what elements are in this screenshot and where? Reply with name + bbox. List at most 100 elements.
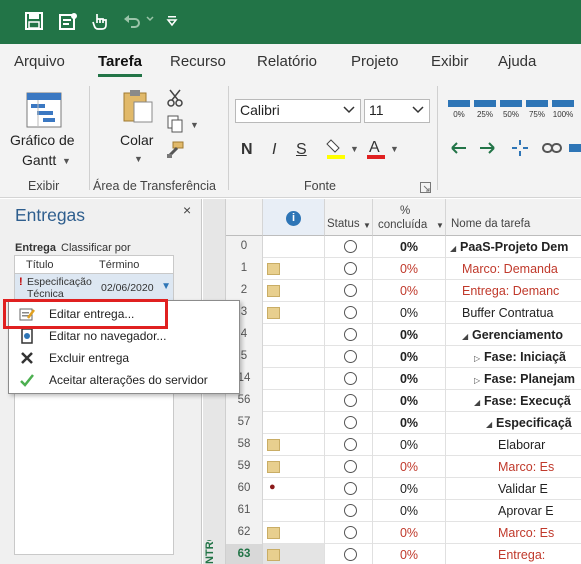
indicators-header[interactable]: i <box>263 199 325 236</box>
note-icon[interactable] <box>267 549 280 561</box>
table-row[interactable]: 62 0% Marco: Es <box>226 522 581 544</box>
table-row[interactable]: 61 0% Aprovar E <box>226 500 581 522</box>
format-painter-icon[interactable] <box>165 140 185 160</box>
touch-mode-icon[interactable] <box>90 11 112 33</box>
close-icon[interactable]: × <box>183 202 191 218</box>
outdent-icon[interactable] <box>450 138 470 158</box>
table-row[interactable]: 56 0% ◢ Fase: Execuçã <box>226 390 581 412</box>
row-id[interactable]: 59 <box>226 456 263 478</box>
customize-qat-icon[interactable] <box>164 11 186 33</box>
chevron-down-icon[interactable] <box>342 102 356 119</box>
task-name-cell[interactable]: ▷ Fase: Planejam <box>446 368 581 390</box>
tab-projeto[interactable]: Projeto <box>351 53 399 70</box>
bold-button[interactable]: N <box>241 141 253 159</box>
row-id[interactable]: 60 <box>226 478 263 500</box>
task-name-cell[interactable]: ◢ Fase: Execuçã <box>446 390 581 412</box>
task-name-cell[interactable]: ◢ Gerenciamento <box>446 324 581 346</box>
save-icon[interactable] <box>24 11 46 33</box>
font-size-combo[interactable]: 11 <box>364 99 430 123</box>
gantt-chart-icon[interactable] <box>26 92 62 128</box>
font-color-dropdown-icon[interactable]: ▼ <box>390 144 399 154</box>
percent-complete-cell[interactable]: 0% <box>373 390 446 412</box>
tab-recurso[interactable]: Recurso <box>170 53 226 70</box>
note-icon[interactable] <box>267 285 280 297</box>
chevron-down-icon[interactable]: ▼ <box>436 221 444 230</box>
note-icon[interactable] <box>267 527 280 539</box>
paste-button-label[interactable]: Colar <box>120 132 153 148</box>
percent-complete-button[interactable]: 0% <box>448 98 470 122</box>
italic-button[interactable]: I <box>272 141 276 159</box>
task-name-cell[interactable]: Entrega: Demanc <box>446 280 581 302</box>
task-name-cell[interactable]: Buffer Contratua <box>446 302 581 324</box>
chevron-down-icon[interactable]: ▼ <box>363 221 371 230</box>
collapse-triangle-icon[interactable]: ◢ <box>462 332 472 341</box>
paste-dropdown-icon[interactable]: ▼ <box>134 154 143 164</box>
row-id[interactable]: 63 <box>226 544 263 564</box>
note-icon[interactable] <box>267 439 280 451</box>
row-id[interactable]: 62 <box>226 522 263 544</box>
table-row[interactable]: 57 0% ◢ Especificaçã <box>226 412 581 434</box>
collapse-triangle-icon[interactable]: ◢ <box>486 420 496 429</box>
chevron-down-icon[interactable]: ▼ <box>62 156 71 166</box>
percent-complete-button[interactable]: 100% <box>552 98 574 122</box>
cut-icon[interactable] <box>165 88 185 108</box>
new-from-template-icon[interactable] <box>58 11 80 33</box>
percent-complete-cell[interactable]: 0% <box>373 522 446 544</box>
percent-complete-cell[interactable]: 0% <box>373 434 446 456</box>
chevron-down-icon[interactable]: ▼ <box>161 281 171 292</box>
link-tasks-icon[interactable] <box>542 138 562 158</box>
unlink-icon[interactable] <box>510 138 530 158</box>
task-name-cell[interactable]: ▷ Fase: Iniciaçã <box>446 346 581 368</box>
underline-button[interactable]: S <box>296 141 307 159</box>
table-row[interactable]: 4 0% ◢ Gerenciamento <box>226 324 581 346</box>
task-name-cell[interactable]: Elaborar <box>446 434 581 456</box>
table-row[interactable]: 59 0% Marco: Es <box>226 456 581 478</box>
person-icon[interactable]: ● <box>269 481 276 493</box>
gantt-button-label-1[interactable]: Gráfico de <box>10 132 75 148</box>
percent-complete-cell[interactable]: 0% <box>373 456 446 478</box>
percent-complete-button[interactable]: 25% <box>474 98 496 122</box>
split-task-icon[interactable] <box>568 138 581 158</box>
expand-triangle-icon[interactable]: ▷ <box>474 354 484 363</box>
tab-relatorio[interactable]: Relatório <box>257 53 317 70</box>
tab-ajuda[interactable]: Ajuda <box>498 53 536 70</box>
tab-tarefa[interactable]: Tarefa <box>98 53 142 77</box>
percent-complete-cell[interactable]: 0% <box>373 324 446 346</box>
tab-exibir[interactable]: Exibir <box>431 53 469 70</box>
percent-complete-cell[interactable]: 0% <box>373 258 446 280</box>
menu-item-accept-server-changes[interactable]: Aceitar alterações do servidor <box>9 369 239 391</box>
task-name-cell[interactable]: ◢ Especificaçã <box>446 412 581 434</box>
row-id[interactable]: 0 <box>226 236 263 258</box>
table-row[interactable]: 14 0% ▷ Fase: Planejam <box>226 368 581 390</box>
percent-complete-cell[interactable]: 0% <box>373 500 446 522</box>
table-row[interactable]: 1 0% Marco: Demanda <box>226 258 581 280</box>
deliverable-item[interactable]: ! Especificação Técnica 02/06/2020 ▼ <box>14 273 174 301</box>
percent-complete-cell[interactable]: 0% <box>373 280 446 302</box>
task-name-cell[interactable]: Marco: Es <box>446 522 581 544</box>
note-icon[interactable] <box>267 461 280 473</box>
select-all-corner[interactable] <box>226 199 263 236</box>
task-name-cell[interactable]: Marco: Demanda <box>446 258 581 280</box>
percent-complete-cell[interactable]: 0% <box>373 478 446 500</box>
percent-complete-header[interactable]: % concluída ▼ <box>373 199 446 236</box>
table-row[interactable]: 2 0% Entrega: Demanc <box>226 280 581 302</box>
table-row[interactable]: 60 ● 0% Validar E <box>226 478 581 500</box>
font-dialog-launcher-icon[interactable] <box>420 182 431 193</box>
copy-icon[interactable] <box>165 114 185 134</box>
paste-icon[interactable] <box>122 88 154 124</box>
menu-item-delete-deliverable[interactable]: Excluir entrega <box>9 347 239 369</box>
task-name-cell[interactable]: Validar E <box>446 478 581 500</box>
column-header-end[interactable]: Término <box>99 259 139 271</box>
undo-icon[interactable] <box>122 11 144 33</box>
table-row[interactable]: 5 0% ▷ Fase: Iniciaçã <box>226 346 581 368</box>
task-name-cell[interactable]: Marco: Es <box>446 456 581 478</box>
task-name-cell[interactable]: Entrega: <box>446 544 581 564</box>
table-row[interactable]: 63 0% Entrega: <box>226 544 581 564</box>
row-id[interactable]: 61 <box>226 500 263 522</box>
note-icon[interactable] <box>267 307 280 319</box>
row-id[interactable]: 2 <box>226 280 263 302</box>
collapse-triangle-icon[interactable]: ◢ <box>450 244 460 253</box>
percent-complete-cell[interactable]: 0% <box>373 302 446 324</box>
percent-complete-cell[interactable]: 0% <box>373 346 446 368</box>
task-name-cell[interactable]: ◢ PaaS-Projeto Dem <box>446 236 581 258</box>
